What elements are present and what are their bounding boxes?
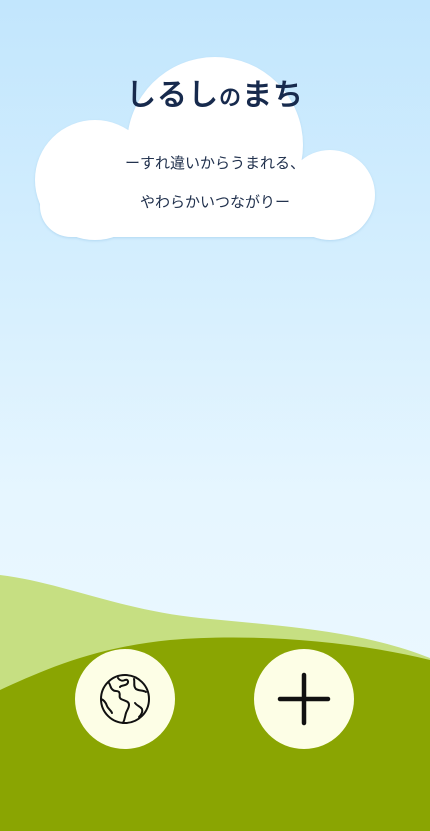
add-button[interactable] bbox=[254, 649, 354, 749]
globe-icon bbox=[100, 674, 150, 724]
hills-illustration bbox=[0, 575, 430, 831]
app-title-particle: の bbox=[218, 86, 242, 111]
explore-globe-button[interactable] bbox=[75, 649, 175, 749]
tagline-line-1: ーすれ違いからうまれる、 bbox=[124, 154, 305, 172]
app-title-main: しるし bbox=[125, 78, 219, 113]
app-title: しるしのまち bbox=[0, 70, 430, 114]
plus-icon bbox=[277, 672, 331, 726]
app-title-end: まち bbox=[242, 78, 304, 113]
cloud-illustration bbox=[35, 57, 375, 240]
tagline-line-2: やわらかいつながりー bbox=[139, 193, 290, 211]
app-screen: しるしのまち ーすれ違いからうまれる、 やわらかいつながりー bbox=[0, 0, 430, 831]
